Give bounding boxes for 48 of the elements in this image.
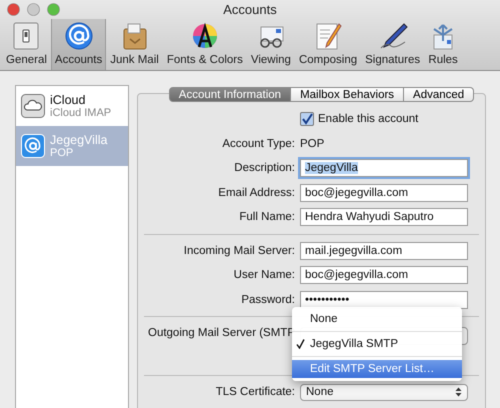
account-type: iCloud IMAP — [50, 106, 112, 120]
input-field[interactable]: boc@jegegvilla.com — [300, 266, 468, 284]
field-label: Description: — [233, 162, 295, 174]
toolbar-button[interactable]: Rules — [424, 19, 462, 70]
input-field[interactable]: boc@jegegvilla.com — [300, 184, 468, 202]
input-field[interactable]: JegegVilla — [300, 159, 468, 178]
enable-checkbox[interactable]: Enable this account — [300, 112, 418, 126]
account-type: POP — [50, 146, 74, 160]
field-label: User Name: — [232, 269, 295, 282]
at-sign-icon — [21, 134, 45, 158]
field-label: Password: — [240, 294, 295, 306]
window-title: Accounts — [223, 2, 277, 17]
window-control-icon[interactable] — [7, 3, 20, 16]
input-field[interactable]: mail.jegegvilla.com — [300, 242, 468, 260]
field-label: TLS Certificate: — [214, 386, 295, 398]
account-type-value: POP — [300, 138, 324, 150]
menu-item[interactable]: JegegVilla SMTP — [292, 335, 462, 353]
input-field[interactable]: Hendra Wahyudi Saputro — [300, 208, 468, 226]
at-sign-icon — [64, 21, 94, 51]
tab[interactable]: Account Information — [168, 87, 292, 102]
account-name: iCloud — [50, 92, 86, 106]
account-name: JegegVilla — [50, 132, 108, 146]
input-field[interactable]: ••••••••••• — [300, 290, 468, 309]
tab[interactable]: Advanced — [404, 87, 474, 102]
popup-button[interactable]: None — [300, 384, 468, 401]
toolbar-button[interactable]: General — [2, 19, 51, 70]
toolbar-button[interactable]: Viewing — [246, 19, 295, 70]
field-label: Email Address: — [217, 186, 295, 199]
toolbar-button[interactable]: Signatures — [361, 19, 424, 70]
window-control-icon[interactable] — [27, 3, 40, 16]
field-label: Full Name: — [238, 211, 295, 224]
menu-item[interactable]: None — [292, 310, 462, 328]
toolbar-button[interactable]: Fonts & Colors — [162, 19, 247, 70]
field-label: Account Type: — [221, 138, 295, 150]
tab[interactable]: Mailbox Behaviors — [291, 87, 404, 102]
menu-item[interactable]: Edit SMTP Server List… — [292, 360, 462, 378]
field-label: Outgoing Mail Server (SMTP — [147, 327, 295, 339]
cloud-icon — [21, 94, 45, 118]
window-control-icon[interactable] — [47, 3, 60, 16]
toolbar-button[interactable]: Composing — [294, 19, 362, 70]
account-item[interactable]: iCloud iCloud IMAP — [16, 86, 128, 126]
toolbar-button[interactable]: Accounts — [50, 19, 106, 70]
updown-arrows-icon — [455, 387, 462, 398]
field-label: Incoming Mail Server: — [182, 244, 295, 257]
checkbox-label: Enable this account — [318, 113, 418, 126]
switch-icon — [11, 21, 42, 51]
toolbar-button[interactable]: Junk Mail — [106, 19, 163, 70]
checkbox[interactable] — [300, 112, 314, 126]
